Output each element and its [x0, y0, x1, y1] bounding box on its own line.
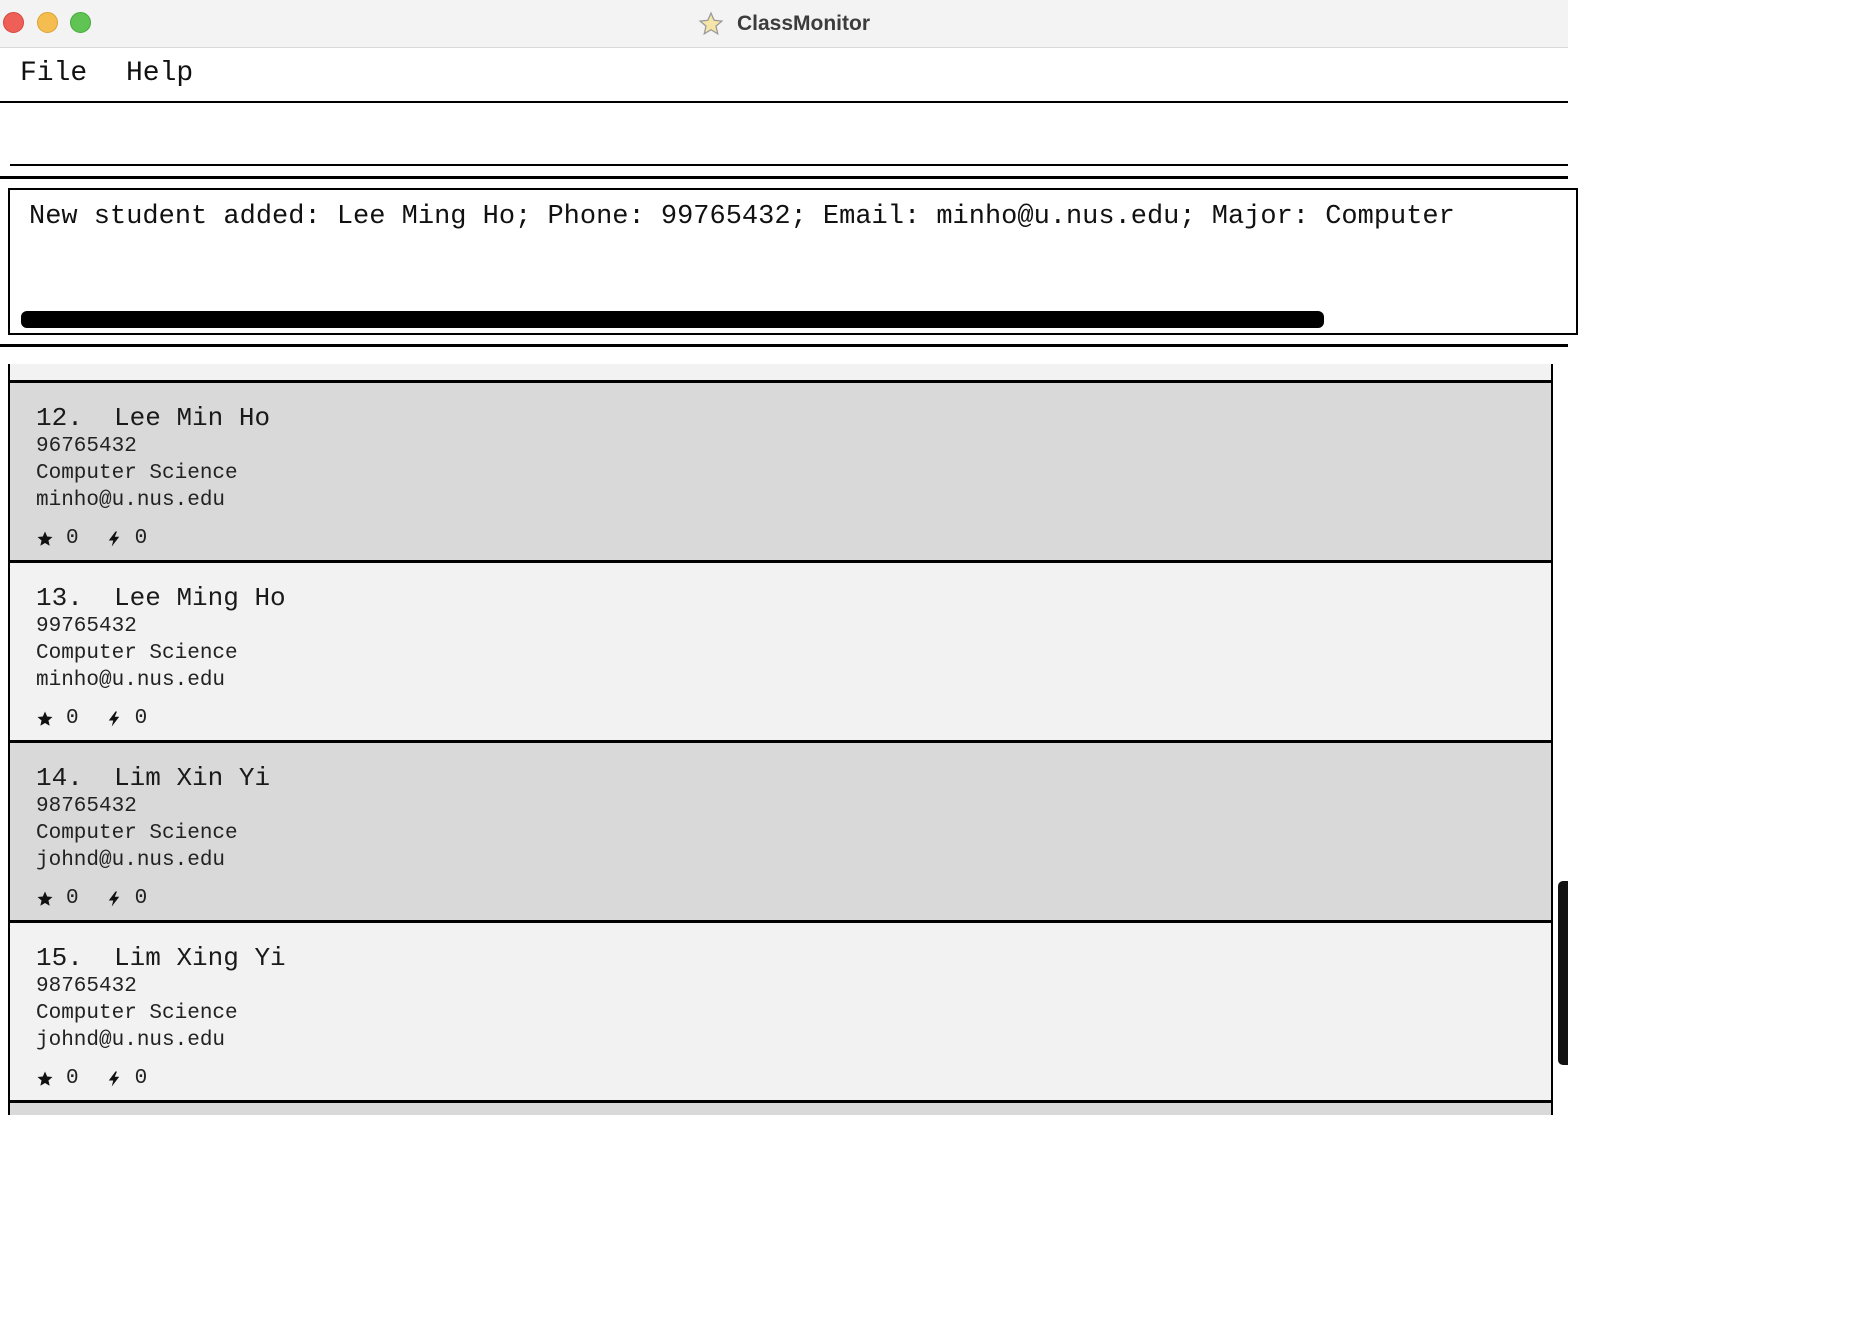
title-bar: ClassMonitor	[0, 0, 1568, 48]
star-count: 0	[66, 887, 79, 910]
lightning-icon	[108, 531, 119, 546]
student-card-partial[interactable]	[10, 1100, 1551, 1115]
student-card[interactable]: 13. Lee Ming Ho 99765432 Computer Scienc…	[10, 560, 1551, 740]
student-email: johnd@u.nus.edu	[36, 1029, 226, 1052]
lightning-icon	[108, 1071, 119, 1086]
student-email: minho@u.nus.edu	[36, 669, 226, 692]
student-name: 13. Lee Ming Ho	[36, 583, 286, 613]
student-list: 12. Lee Min Ho 96765432 Computer Science…	[8, 364, 1553, 1115]
student-card[interactable]: 15. Lim Xing Yi 98765432 Computer Scienc…	[10, 920, 1551, 1100]
student-name: 12. Lee Min Ho	[36, 403, 271, 433]
star-count: 0	[66, 527, 79, 550]
student-card[interactable]: 12. Lee Min Ho 96765432 Computer Science…	[10, 380, 1551, 560]
student-phone: 99765432	[36, 615, 137, 638]
menu-help[interactable]: Help	[126, 58, 193, 89]
menu-file[interactable]: File	[20, 58, 87, 89]
star-count: 0	[66, 707, 79, 730]
star-icon	[698, 11, 724, 35]
star-icon	[37, 891, 53, 906]
student-name: 15. Lim Xing Yi	[36, 943, 286, 973]
student-stats: 0 0	[36, 707, 173, 730]
student-major: Computer Science	[36, 642, 238, 665]
lightning-icon	[108, 711, 119, 726]
student-stats: 0 0	[36, 1067, 173, 1090]
flag-count: 0	[134, 1067, 148, 1090]
student-stats: 0 0	[36, 527, 173, 550]
student-name: 14. Lim Xin Yi	[36, 763, 271, 793]
result-text: New student added: Lee Ming Ho; Phone: 9…	[29, 202, 1455, 232]
divider	[0, 176, 1568, 179]
menu-bar: File Help	[0, 48, 1568, 103]
star-icon	[37, 531, 53, 546]
vertical-scrollbar[interactable]	[1558, 881, 1568, 1065]
lightning-icon	[108, 891, 119, 906]
flag-count: 0	[134, 527, 148, 550]
student-phone: 98765432	[36, 795, 137, 818]
student-major: Computer Science	[36, 822, 238, 845]
star-icon	[37, 711, 53, 726]
command-area	[0, 103, 1568, 178]
flag-count: 0	[134, 707, 148, 730]
star-icon	[37, 1071, 53, 1086]
student-major: Computer Science	[36, 1002, 238, 1025]
window-title: ClassMonitor	[736, 11, 870, 35]
command-input[interactable]	[10, 103, 1568, 166]
student-card[interactable]: 14. Lim Xin Yi 98765432 Computer Science…	[10, 740, 1551, 920]
student-phone: 96765432	[36, 435, 137, 458]
student-email: minho@u.nus.edu	[36, 489, 226, 512]
result-display: New student added: Lee Ming Ho; Phone: 9…	[8, 188, 1578, 335]
horizontal-scrollbar[interactable]	[21, 311, 1324, 328]
student-major: Computer Science	[36, 462, 238, 485]
star-count: 0	[66, 1067, 79, 1090]
student-stats: 0 0	[36, 887, 173, 910]
student-phone: 98765432	[36, 975, 137, 998]
divider	[0, 344, 1568, 347]
flag-count: 0	[134, 887, 148, 910]
student-email: johnd@u.nus.edu	[36, 849, 226, 872]
